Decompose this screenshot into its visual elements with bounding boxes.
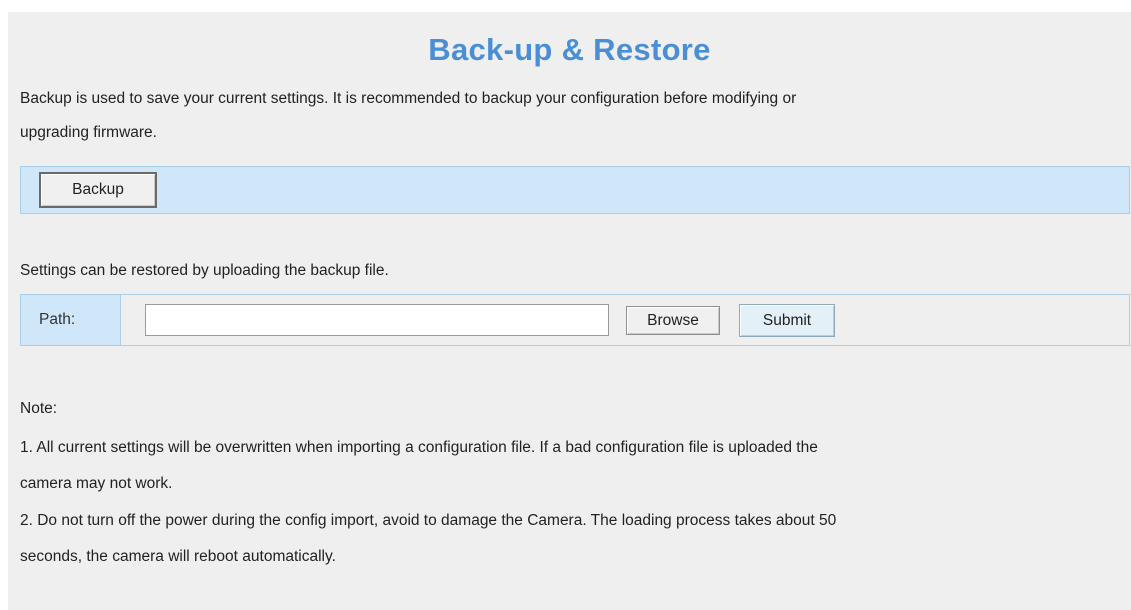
backup-description-line2: upgrading firmware. [20, 124, 157, 141]
note-1-line2: camera may not work. [20, 475, 173, 492]
backup-button[interactable]: Backup [39, 172, 157, 208]
note-1-line1: 1. All current settings will be overwrit… [20, 439, 818, 456]
restore-path-row: Path: Browse Submit [20, 294, 1130, 346]
note-2-line2: seconds, the camera will reboot automati… [20, 548, 336, 565]
backup-bar: Backup [20, 166, 1130, 214]
browse-button[interactable]: Browse [626, 306, 720, 335]
note-2-line1: 2. Do not turn off the power during the … [20, 512, 837, 529]
path-input[interactable] [145, 304, 609, 336]
submit-button[interactable]: Submit [739, 304, 835, 337]
path-label: Path: [21, 295, 121, 345]
page-title: Back-up & Restore [428, 32, 711, 67]
backup-description-line1: Backup is used to save your current sett… [20, 90, 797, 107]
note-heading: Note: [20, 400, 58, 417]
restore-description: Settings can be restored by uploading th… [20, 262, 389, 279]
backup-restore-panel: Back-up & Restore Backup is used to save… [8, 12, 1131, 610]
